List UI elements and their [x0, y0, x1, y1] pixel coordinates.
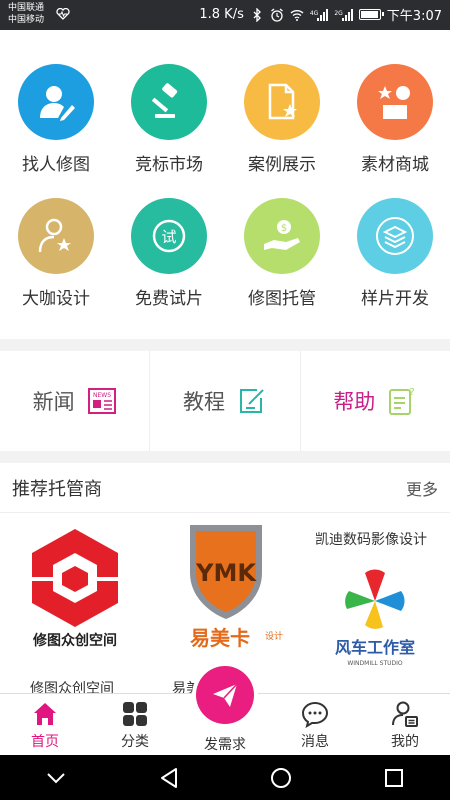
provider-logo: 风车工作室 WINDMILL STUDIO: [335, 569, 415, 667]
status-bar: 中国联通 中国移动 1.8 K/s 4G 2G 下午3:07: [0, 0, 450, 30]
news-label: 新闻: [32, 390, 75, 414]
tab-label: 分类: [121, 734, 149, 750]
grid-icon: [123, 702, 147, 726]
person-edit-icon: [40, 86, 75, 121]
grid-item-bid-market[interactable]: 竞标市场: [113, 64, 225, 175]
grid-label: 免费试片: [135, 289, 203, 309]
recent-apps-icon[interactable]: [382, 766, 406, 790]
grid-icon-circle: $: [244, 198, 320, 274]
grid-item-find-retoucher[interactable]: 找人修图: [0, 64, 112, 175]
signal-2-tag: 2G: [334, 9, 343, 17]
recommended-providers: 推荐托管商 更多 修图众创空间 修图众创空间 YMK 易美卡 设计 易美卡设计 …: [0, 463, 450, 697]
profile-icon: [392, 701, 418, 727]
tutorial-label: 教程: [182, 390, 225, 414]
home-button-icon[interactable]: [269, 766, 293, 790]
provider-name: 凯迪数码影像设计: [315, 532, 427, 548]
chevron-down-icon[interactable]: [44, 766, 68, 790]
grid-label: 竞标市场: [135, 155, 203, 175]
tab-category[interactable]: 分类: [90, 694, 180, 755]
grid-icon-circle: [244, 64, 320, 140]
provider-logo-text: 修图众创空间: [32, 632, 117, 649]
provider-logo-text: 风车工作室: [335, 638, 415, 657]
news-link[interactable]: 新闻 NEWS: [0, 351, 151, 451]
signal-icon-2: 2G: [334, 8, 353, 21]
tab-messages[interactable]: 消息: [270, 694, 360, 755]
grid-label: 案例展示: [248, 155, 316, 175]
home-icon: [34, 703, 56, 725]
section-title: 推荐托管商: [12, 478, 102, 500]
wifi-icon: [290, 9, 304, 21]
trial-icon: 试: [152, 219, 186, 253]
grid-icon-circle: [357, 64, 433, 140]
carrier-2: 中国移动: [8, 15, 45, 25]
post-request-label: 发需求: [204, 737, 246, 753]
grid-item-material-store[interactable]: 素材商城: [339, 64, 450, 175]
tab-label: 我的: [391, 734, 419, 750]
clock: 下午3:07: [386, 9, 442, 24]
more-link[interactable]: 更多: [406, 476, 438, 500]
layers-icon: [376, 217, 414, 255]
system-nav-bar: [0, 755, 450, 800]
grid-item-sample-development[interactable]: 样片开发: [339, 198, 450, 309]
post-request-button[interactable]: [196, 666, 254, 724]
tab-home[interactable]: 首页: [0, 694, 90, 755]
help-doc-icon: ?: [389, 387, 415, 415]
shapes-icon: [378, 86, 410, 119]
edit-note-icon: [239, 389, 264, 413]
back-icon[interactable]: [157, 766, 181, 790]
chat-icon: [301, 701, 329, 728]
tab-label: 消息: [301, 734, 329, 750]
net-speed: 1.8 K/s: [199, 7, 244, 22]
grid-label: 修图托管: [248, 289, 316, 309]
news-icon: NEWS: [87, 388, 116, 414]
document-star-icon: [268, 83, 297, 120]
grid-item-free-trial[interactable]: 试 免费试片: [113, 198, 225, 309]
svg-text:$: $: [281, 223, 287, 234]
svg-text:NEWS: NEWS: [93, 392, 111, 399]
grid-label: 样片开发: [361, 289, 429, 309]
info-links-row: 新闻 NEWS 教程 帮助 ?: [0, 351, 450, 451]
grid-icon-circle: [18, 64, 94, 140]
bluetooth-icon: [253, 7, 261, 22]
grid-icon-circle: [18, 198, 94, 274]
provider-logo: 修图众创空间: [32, 529, 118, 649]
grid-item-case-showcase[interactable]: 案例展示: [226, 64, 338, 175]
grid-icon-circle: 试: [131, 198, 207, 274]
grid-label: 素材商城: [361, 155, 429, 175]
signal-1-tag: 4G: [309, 9, 319, 17]
provider-logo-mark: YMK: [195, 559, 257, 587]
grid-item-retouch-hosting[interactable]: $ 修图托管: [226, 198, 338, 309]
grid-label: 找人修图: [22, 155, 90, 175]
tab-label: 首页: [31, 734, 59, 750]
alarm-icon: [270, 7, 283, 22]
svg-text:?: ?: [410, 387, 415, 398]
battery-icon: [358, 9, 384, 20]
feature-grid: 找人修图 竞标市场 案例展示 素材商城 大咖设计 试 免费试片 $ 修图托管 样…: [0, 30, 450, 339]
provider-logo-sub: WINDMILL STUDIO: [347, 660, 403, 667]
help-link[interactable]: 帮助 ?: [301, 351, 450, 451]
signal-icon-1: 4G: [309, 8, 329, 21]
tutorial-link[interactable]: 教程: [150, 351, 301, 451]
tab-mine[interactable]: 我的: [360, 694, 450, 755]
grid-item-expert-design[interactable]: 大咖设计: [0, 198, 112, 309]
paper-plane-icon: [213, 683, 238, 707]
provider-logo-sub: 设计: [265, 630, 283, 642]
carrier-1: 中国联通: [8, 3, 45, 13]
gavel-icon: [151, 83, 178, 118]
provider-logo-text: 易美卡: [190, 626, 250, 649]
provider-logo: YMK 易美卡 设计: [190, 525, 283, 649]
carrier-info: 中国联通 中国移动: [8, 2, 44, 26]
grid-icon-circle: [131, 64, 207, 140]
grid-icon-circle: [357, 198, 433, 274]
svg-text:试: 试: [161, 228, 176, 246]
heart-icon: [56, 8, 70, 20]
grid-label: 大咖设计: [22, 289, 90, 309]
section-header: 推荐托管商 更多: [0, 463, 450, 513]
provider-card[interactable]: 凯迪数码影像设计 风车工作室 WINDMILL STUDIO: [300, 513, 450, 693]
provider-card[interactable]: 修图众创空间 修图众创空间: [0, 513, 150, 697]
hand-coin-icon: $: [264, 220, 300, 250]
person-star-icon: [38, 218, 71, 253]
help-label: 帮助: [333, 390, 376, 414]
